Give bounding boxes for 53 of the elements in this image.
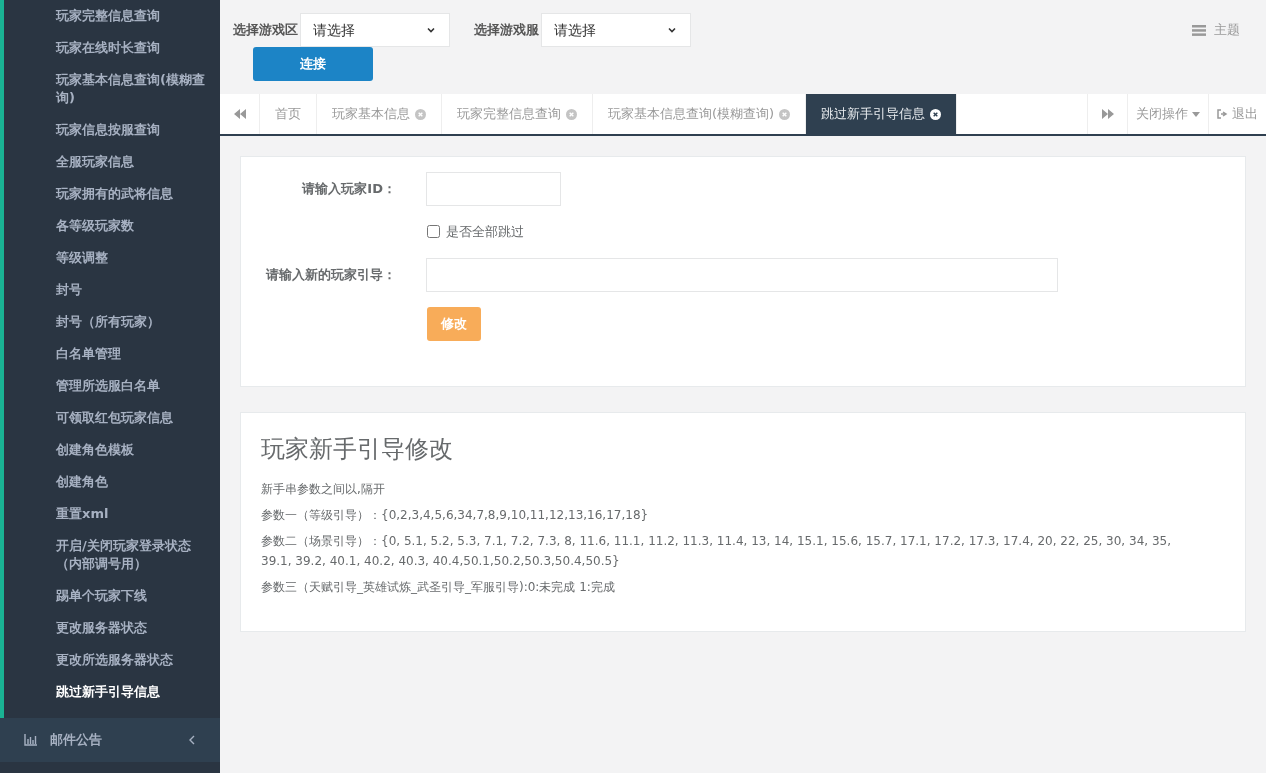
sidebar-item[interactable]: 玩家拥有的武将信息 [4,178,220,210]
connect-button[interactable]: 连接 [253,47,373,81]
id-label: 请输入玩家ID： [300,180,396,199]
sidebar-item[interactable]: 玩家信息按服查询 [4,114,220,146]
page-tab[interactable]: 首页 [260,94,317,134]
info-text: 参数一（等级引导）：{0,2,3,4,5,6,34,7,8,9,10,11,12,13,16,17,18} [261,507,650,524]
sidebar-item[interactable]: 全服玩家信息 [4,146,220,178]
guide-label: 请输入新的玩家引导： [264,265,396,284]
sidebar-item[interactable]: 封号（所有玩家） [4,306,220,338]
info-text: 新手串参数之间以,隔开 [261,481,386,498]
skip-all-checkbox[interactable] [427,225,440,239]
bar-chart-icon [24,734,38,746]
double-left-icon [233,109,246,119]
sidebar-item[interactable]: 开启/关闭玩家登录状态（内部调号用） [4,530,220,580]
id-input-field[interactable] [426,172,561,206]
sidebar-item[interactable]: 踢单个玩家下线 [4,580,220,612]
section-label: 邮件公告 [50,731,103,750]
sidebar-item[interactable]: 玩家在线时长查询 [4,32,220,64]
zone-select[interactable]: 请选择 [300,13,450,47]
sidebar-item[interactable]: 重置xml [4,498,220,530]
skip-all-label: 是否全部跳过 [446,223,524,241]
close-menu-button[interactable]: 关闭操作 [1127,94,1208,134]
sidebar-item[interactable]: 白名单管理 [4,338,220,370]
sidebar-item[interactable]: 玩家完整信息查询 [4,0,220,32]
sidebar-item[interactable]: 更改服务器状态 [4,612,220,644]
sidebar-item[interactable]: 更改所选服务器状态 [4,644,220,676]
sidebar-item[interactable]: 玩家基本信息查询(模糊查询) [4,64,220,114]
logout-button[interactable]: 退出 [1208,94,1266,134]
list-icon [1192,24,1206,36]
sidebar-item[interactable]: 可领取红包玩家信息 [4,402,220,434]
info-title: 玩家新手引导修改 [261,434,454,465]
page-tab[interactable]: 跳过新手引导信息 [806,94,958,134]
info-text: 参数三（天赋引导_英雄试炼_武圣引导_军服引导):0:未完成 1:完成 [261,579,616,596]
page-tab[interactable]: 玩家基本信息 [317,94,442,134]
double-right-icon [1101,109,1114,119]
sidebar-item[interactable]: 封号 [4,274,220,306]
sidebar-item[interactable]: 跳过新手引导信息 [4,676,220,708]
chevron-icon [188,735,196,745]
server-select[interactable]: 请选择 [541,13,691,47]
page-tab[interactable]: 玩家完整信息查询 [442,94,593,134]
sidebar-item[interactable]: 管理所选服白名单 [4,370,220,402]
zone-label: 选择游戏区 [233,21,298,40]
close-icon[interactable] [930,108,942,120]
sidebar-section[interactable]: 邮件公告 [0,718,220,762]
sidebar-item[interactable]: 创建角色 [4,466,220,498]
guide-input-field[interactable] [426,257,1058,292]
logout-icon [1217,109,1228,119]
server-label: 选择游戏服 [474,21,539,40]
sidebar-item[interactable]: 等级调整 [4,242,220,274]
sidebar-item[interactable]: 各等级玩家数 [4,210,220,242]
caret-icon [1192,111,1200,117]
info-text: 参数二（场景引导）：{0, 5.1, 5.2, 5.3, 7.1, 7.2, 7.3, 8, 11.6, 11.1, 11.2, 11.3, 11.4, 13, 14, 15.1, 15.6, 15.7, 17.1, 17.2, 17.3, 17.4, 20, 22, 25, 30, 34, 35, 39.1, 39.2, 40.1, 40.2, 40.3, 40.4,50.1,50.2,50.3,50.4,50.5} [261,533,1172,570]
sidebar-item[interactable]: 创建角色模板 [4,434,220,466]
